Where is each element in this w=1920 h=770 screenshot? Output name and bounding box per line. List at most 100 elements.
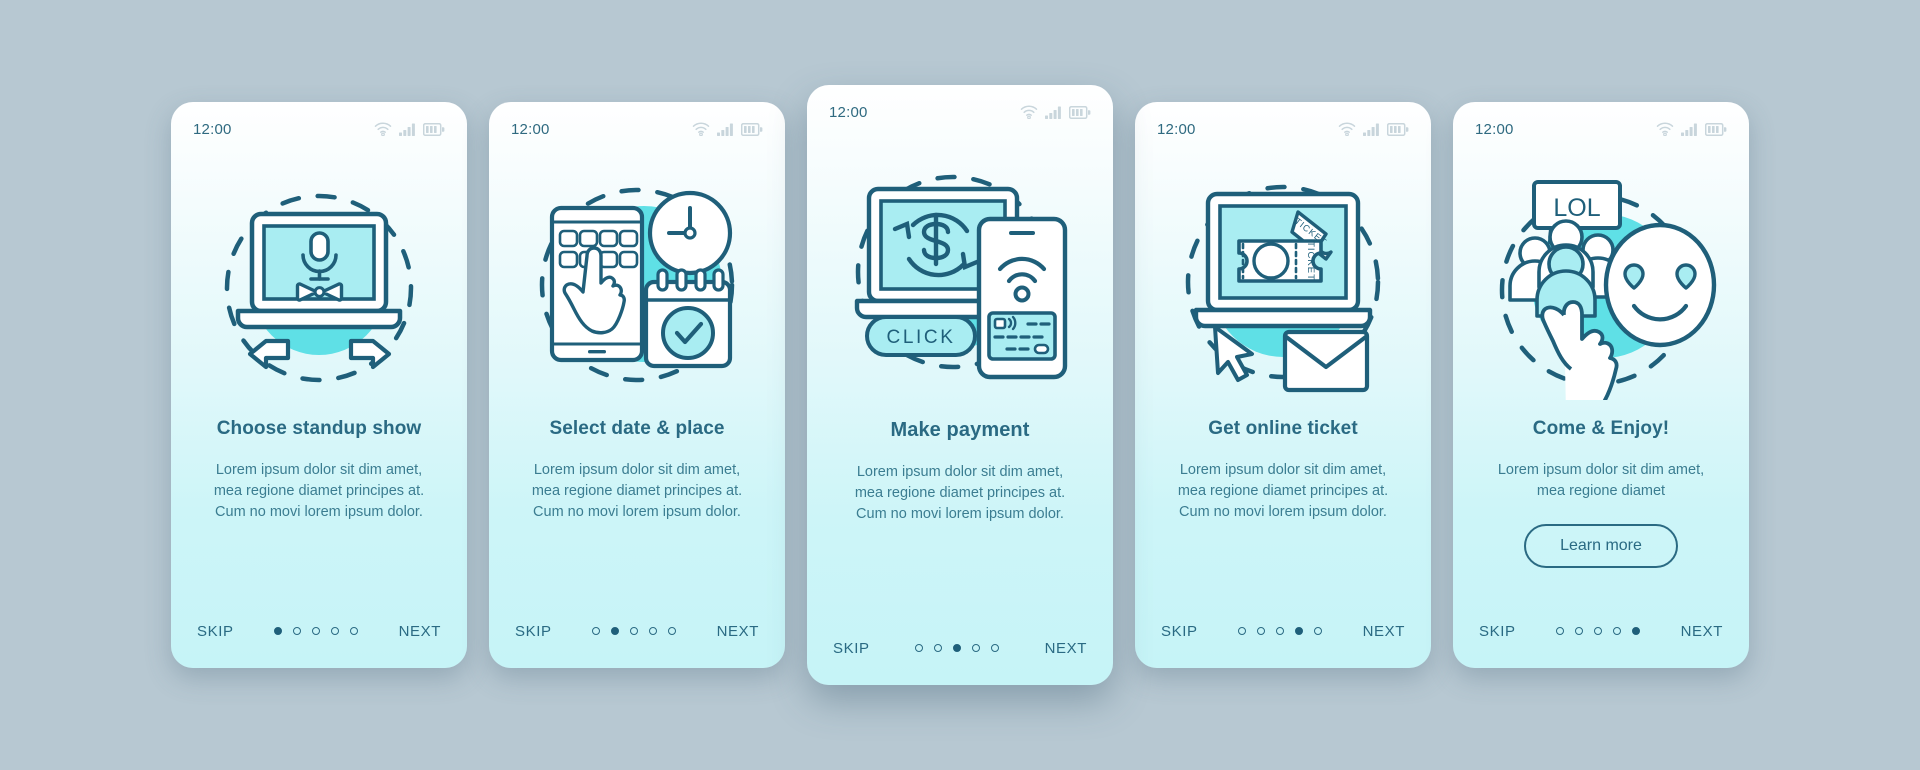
- status-bar-icons: [1020, 105, 1091, 119]
- card-copy: Choose standup show Lorem ipsum dolor si…: [171, 414, 467, 594]
- card-body: Lorem ipsum dolor sit dim amet, mea regi…: [213, 462, 425, 520]
- next-button[interactable]: NEXT: [717, 623, 759, 640]
- learn-more-button[interactable]: Learn more: [1524, 524, 1678, 568]
- smiley-face-icon: [1603, 222, 1717, 348]
- card-copy: Get online ticket Lorem ipsum dolor sit …: [1135, 414, 1431, 594]
- status-bar-icons: [692, 122, 763, 136]
- wifi-icon: [374, 122, 392, 136]
- next-button[interactable]: NEXT: [1045, 640, 1087, 657]
- page-dot[interactable]: [350, 627, 359, 635]
- card-body: Lorem ipsum dolor sit dim amet, mea regi…: [854, 464, 1066, 522]
- battery-icon: [1705, 123, 1727, 136]
- signal-icon: [717, 123, 733, 136]
- status-bar-clock: 12:00: [193, 120, 232, 138]
- status-bar-clock: 12:00: [511, 120, 550, 138]
- signal-icon: [399, 123, 415, 136]
- status-bar-icons: [374, 122, 445, 136]
- next-button[interactable]: NEXT: [1681, 623, 1723, 640]
- wifi-icon: [1338, 122, 1356, 136]
- onboarding-card-come-and-enjoy: 12:00 LOL Come & Enjoy! Lorem ipsum dolo…: [1453, 102, 1749, 668]
- click-badge-label: CLICK: [887, 327, 956, 348]
- skip-button[interactable]: SKIP: [833, 640, 870, 657]
- page-dot[interactable]: [934, 644, 943, 652]
- status-bar-clock: 12:00: [829, 103, 868, 121]
- calendar-icon: [643, 268, 733, 369]
- page-dots: [274, 627, 359, 635]
- card-navigation: SKIP NEXT: [489, 594, 785, 668]
- speech-bubble-label: LOL: [1553, 194, 1600, 222]
- illustration-online-ticket: TICKET TICKET: [1135, 146, 1431, 414]
- page-dot[interactable]: [649, 627, 658, 635]
- page-dot[interactable]: [611, 627, 620, 635]
- illustration-laptop-microphone: [171, 146, 467, 414]
- page-dot[interactable]: [1257, 627, 1266, 635]
- skip-button[interactable]: SKIP: [197, 623, 234, 640]
- onboarding-card-make-payment: 12:00 CLICK Make payment Lorem ipsum dol…: [807, 85, 1113, 685]
- card-navigation: SKIP NEXT: [1135, 594, 1431, 668]
- next-button[interactable]: NEXT: [1363, 623, 1405, 640]
- onboarding-card-choose-standup-show: 12:00 Choose standup show Lorem ipsum do…: [171, 102, 467, 668]
- signal-icon: [1363, 123, 1379, 136]
- page-dot[interactable]: [331, 627, 340, 635]
- next-button[interactable]: NEXT: [399, 623, 441, 640]
- page-dot[interactable]: [953, 644, 962, 652]
- page-dot[interactable]: [915, 644, 924, 652]
- status-bar: 12:00: [807, 85, 1113, 129]
- page-dot[interactable]: [1632, 627, 1641, 635]
- page-dot[interactable]: [1556, 627, 1565, 635]
- page-dot[interactable]: [592, 627, 601, 635]
- status-bar: 12:00: [489, 102, 785, 146]
- page-dot[interactable]: [668, 627, 677, 635]
- page-dot[interactable]: [274, 627, 283, 635]
- page-dot[interactable]: [1276, 627, 1285, 635]
- page-dot[interactable]: [312, 627, 321, 635]
- wifi-icon: [692, 122, 710, 136]
- card-navigation: SKIP NEXT: [807, 611, 1113, 685]
- onboarding-screens-row: 12:00 Choose standup show Lorem ipsum do…: [0, 0, 1920, 770]
- envelope-icon: [1282, 329, 1370, 393]
- page-dots: [1556, 627, 1641, 635]
- card-title: Come & Enjoy!: [1532, 418, 1670, 439]
- page-dot[interactable]: [1238, 627, 1247, 635]
- page-dot[interactable]: [972, 644, 981, 652]
- wifi-icon: [1656, 122, 1674, 136]
- page-dot[interactable]: [1594, 627, 1603, 635]
- card-title: Make payment: [890, 419, 1030, 441]
- wifi-icon: [1020, 105, 1038, 119]
- battery-icon: [1387, 123, 1409, 136]
- signal-icon: [1681, 123, 1697, 136]
- credit-card-icon: [987, 311, 1057, 361]
- card-body: Lorem ipsum dolor sit dim amet, mea regi…: [1177, 462, 1389, 520]
- status-bar-icons: [1338, 122, 1409, 136]
- clock-icon: [647, 190, 733, 276]
- signal-icon: [1045, 106, 1061, 119]
- card-navigation: SKIP NEXT: [1453, 594, 1749, 668]
- page-dot[interactable]: [1295, 627, 1304, 635]
- status-bar: 12:00: [1453, 102, 1749, 146]
- skip-button[interactable]: SKIP: [1479, 623, 1516, 640]
- click-badge: CLICK: [865, 315, 977, 357]
- page-dot[interactable]: [991, 644, 1000, 652]
- page-dot[interactable]: [1314, 627, 1323, 635]
- page-dot[interactable]: [1613, 627, 1622, 635]
- skip-button[interactable]: SKIP: [1161, 623, 1198, 640]
- ticket-label-front: TICKET: [1305, 241, 1316, 281]
- status-bar: 12:00: [171, 102, 467, 146]
- page-dot[interactable]: [293, 627, 302, 635]
- page-dots: [915, 644, 1000, 652]
- page-dot[interactable]: [1575, 627, 1584, 635]
- learn-more-wrap: Learn more: [1479, 524, 1723, 568]
- status-bar: 12:00: [1135, 102, 1431, 146]
- status-bar-clock: 12:00: [1157, 120, 1196, 138]
- skip-button[interactable]: SKIP: [515, 623, 552, 640]
- card-copy: Come & Enjoy! Lorem ipsum dolor sit dim …: [1453, 414, 1749, 594]
- battery-icon: [1069, 106, 1091, 119]
- onboarding-card-get-online-ticket: 12:00 TICKET TICKET Get online ticket Lo…: [1135, 102, 1431, 668]
- card-copy: Select date & place Lorem ipsum dolor si…: [489, 414, 785, 594]
- card-navigation: SKIP NEXT: [171, 594, 467, 668]
- illustration-make-payment: CLICK: [807, 129, 1113, 415]
- card-title: Select date & place: [549, 418, 725, 439]
- status-bar-icons: [1656, 122, 1727, 136]
- page-dot[interactable]: [630, 627, 639, 635]
- card-body: Lorem ipsum dolor sit dim amet, mea regi…: [1497, 462, 1705, 499]
